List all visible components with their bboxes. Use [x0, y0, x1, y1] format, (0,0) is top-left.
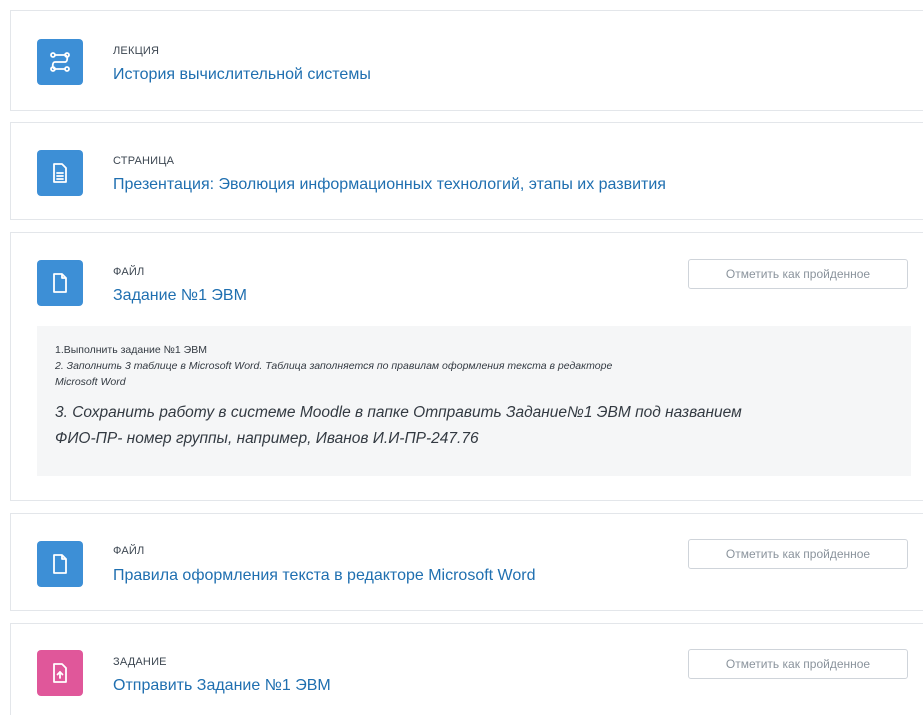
description-line: ФИО-ПР- номер группы, например, Иванов И…: [55, 430, 479, 447]
activity-type-label: ЗАДАНИЕ: [113, 656, 167, 668]
page-icon[interactable]: [37, 150, 83, 196]
assignment-icon[interactable]: [37, 650, 83, 696]
activity-title-link[interactable]: Отправить Задание №1 ЭВМ: [113, 677, 331, 695]
activity-card-lesson: ЛЕКЦИЯ История вычислительной системы: [10, 10, 923, 111]
activity-card-file-rules: ФАЙЛ Правила оформления текста в редакто…: [10, 513, 923, 611]
activity-title-link[interactable]: Задание №1 ЭВМ: [113, 287, 247, 305]
activity-title-link[interactable]: История вычислительной системы: [113, 66, 371, 84]
lesson-icon[interactable]: [37, 39, 83, 85]
activity-card-assignment: ЗАДАНИЕ Отправить Задание №1 ЭВМ Отметит…: [10, 623, 923, 715]
description-instruction: 3. Сохранить работу в системе Moodle в п…: [55, 400, 893, 452]
description-line: 3. Сохранить работу в системе Moodle в п…: [55, 404, 742, 421]
mark-complete-button[interactable]: Отметить как пройденное: [688, 539, 908, 569]
file-icon[interactable]: [37, 541, 83, 587]
activity-title-link[interactable]: Презентация: Эволюция информационных тех…: [113, 176, 666, 194]
activity-type-label: ФАЙЛ: [113, 545, 145, 557]
course-activity-list: ЛЕКЦИЯ История вычислительной системы СТ…: [0, 0, 923, 715]
description-line: 2. Заполнить 3 таблице в Microsoft Word.…: [55, 360, 613, 372]
activity-description: 1.Выполнить задание №1 ЭВМ 2. Заполнить …: [37, 326, 911, 476]
activity-card-page: СТРАНИЦА Презентация: Эволюция информаци…: [10, 122, 923, 220]
file-icon[interactable]: [37, 260, 83, 306]
activity-title-link[interactable]: Правила оформления текста в редакторе Mi…: [113, 567, 535, 585]
mark-complete-button[interactable]: Отметить как пройденное: [688, 649, 908, 679]
activity-type-label: ЛЕКЦИЯ: [113, 45, 160, 57]
description-line: 1.Выполнить задание №1 ЭВМ: [55, 344, 207, 356]
activity-card-file: ФАЙЛ Задание №1 ЭВМ Отметить как пройден…: [10, 232, 923, 501]
mark-complete-button[interactable]: Отметить как пройденное: [688, 259, 908, 289]
activity-type-label: СТРАНИЦА: [113, 155, 175, 167]
description-line: Microsoft Word: [55, 376, 126, 388]
activity-type-label: ФАЙЛ: [113, 266, 145, 278]
